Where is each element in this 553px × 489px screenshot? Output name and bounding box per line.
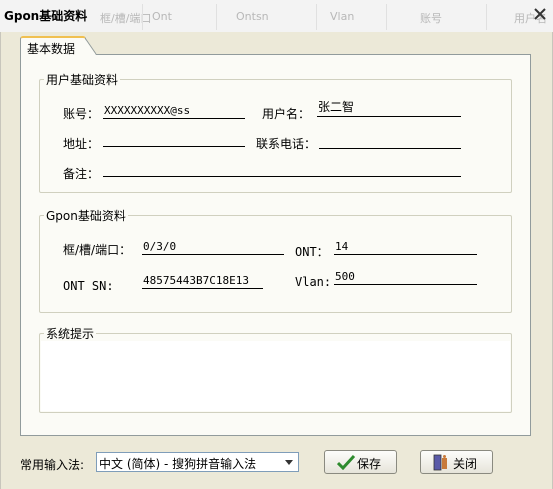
window-title: Gpon基础资料 (4, 9, 88, 23)
username-value: 张二智 (318, 100, 355, 114)
port-value: 0/3/0 (143, 240, 177, 253)
vlan-value: 500 (335, 270, 355, 283)
ghost-divider (142, 4, 143, 30)
ghost-divider (486, 4, 487, 30)
ghost-header-port: 框/槽/端口 (100, 12, 152, 25)
username-field[interactable]: 张二智 (317, 100, 461, 117)
ontsn-field[interactable]: 48575443B7C18E13 (142, 273, 263, 289)
ghost-divider (316, 4, 317, 30)
vlan-field[interactable]: 500 (334, 269, 477, 285)
note-label: 备注： (63, 167, 100, 181)
tab-basic-data[interactable]: 基本数据 (20, 36, 86, 56)
title-bar: 框/槽/端口 Ont Ontsn Vlan 账号 用户名 Gpon基础资料 (0, 0, 553, 33)
tab-edge (85, 38, 97, 55)
close-button-label: 关闭 (453, 457, 478, 471)
ont-value: 14 (335, 240, 349, 253)
account-field[interactable]: XXXXXXXXXX@ss (103, 103, 245, 119)
tab-basic-data-label: 基本数据 (27, 42, 76, 56)
ontsn-value: 48575443B7C18E13 (143, 274, 249, 287)
ghost-divider (216, 4, 217, 30)
save-button-label: 保存 (357, 457, 382, 471)
phone-field[interactable] (319, 133, 461, 149)
system-message-area (41, 341, 510, 411)
ghost-header-vlan: Vlan (330, 10, 355, 23)
ghost-header-ont: Ont (152, 10, 172, 23)
exit-door-icon (433, 454, 447, 471)
ime-select-value: 中文 (简体) - 搜狗拼音输入法 (99, 457, 257, 471)
system-message-legend: 系统提示 (46, 327, 95, 341)
vlan-label: Vlan: (295, 275, 332, 289)
gpon-info-legend: Gpon基础资料 (46, 209, 126, 223)
ghost-divider (386, 4, 387, 30)
ghost-header-account: 账号 (420, 12, 442, 25)
close-button[interactable]: 关闭 (420, 450, 493, 474)
address-label: 地址： (63, 137, 100, 151)
port-label: 框/槽/端口： (63, 243, 132, 257)
user-info-legend: 用户基础资料 (46, 73, 119, 87)
ont-field[interactable]: 14 (334, 239, 477, 255)
ontsn-label: ONT SN: (63, 279, 114, 293)
tab-panel-basic: 用户基础资料 账号： XXXXXXXXXX@ss 用户名： 张二智 地址： 联系… (20, 54, 531, 436)
close-icon[interactable] (533, 7, 547, 21)
check-icon (337, 455, 355, 470)
account-value: XXXXXXXXXX@ss (104, 104, 191, 117)
ime-select[interactable]: 中文 (简体) - 搜狗拼音输入法 (96, 452, 299, 472)
ime-label: 常用输入法: (20, 458, 85, 472)
port-field[interactable]: 0/3/0 (142, 239, 284, 255)
address-field[interactable] (103, 131, 245, 147)
note-field[interactable] (103, 161, 461, 177)
ont-label: ONT： (295, 245, 329, 259)
phone-label: 联系电话： (256, 137, 317, 151)
ghost-header-ontsn: Ontsn (236, 10, 269, 23)
account-label: 账号： (63, 107, 100, 121)
username-label: 用户名： (262, 107, 311, 121)
chevron-down-icon[interactable] (282, 454, 296, 470)
gpon-info-group: Gpon基础资料 (39, 207, 512, 313)
save-button[interactable]: 保存 (324, 450, 397, 474)
